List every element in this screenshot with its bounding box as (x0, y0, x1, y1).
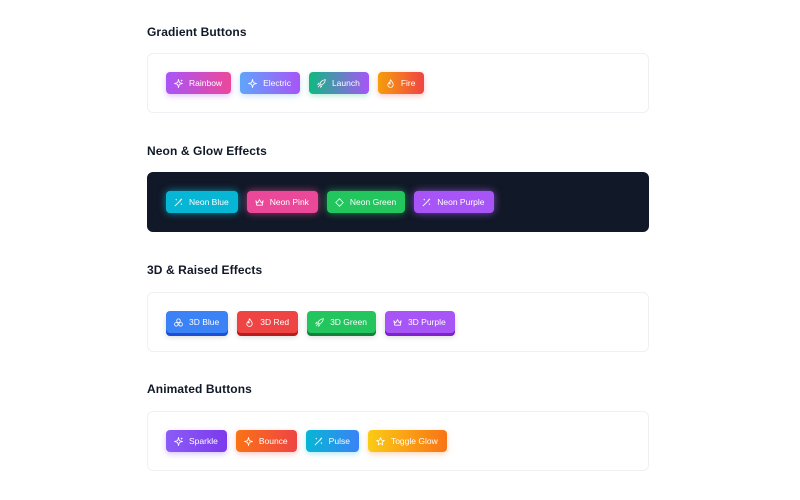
button-label: Neon Pink (269, 197, 309, 207)
neon-green-button[interactable]: Neon Green (326, 191, 406, 213)
electric-button[interactable]: Electric (240, 72, 300, 94)
fire-button[interactable]: Fire (377, 72, 425, 94)
diamond-icon (335, 197, 344, 207)
zap-icon (243, 436, 253, 446)
raised-buttons-card: 3D Blue 3D Red 3D Green 3D Purple (147, 292, 649, 352)
section-title-animated: Animated Buttons (147, 382, 252, 396)
neon-buttons-card: Neon Blue Neon Pink Neon Green Neon Purp… (147, 172, 649, 232)
animated-buttons-card: Sparkle Bounce Pulse Toggle Glow (147, 411, 649, 471)
zap-icon (248, 78, 258, 88)
sparkles-icon (174, 436, 183, 446)
button-label: Sparkle (189, 436, 218, 446)
button-label: 3D Blue (189, 317, 220, 327)
flame-icon (387, 78, 394, 88)
3d-blue-button[interactable]: 3D Blue (166, 311, 229, 333)
sparkles-icon (174, 78, 183, 88)
3d-purple-button[interactable]: 3D Purple (384, 311, 455, 333)
rocket-icon (316, 78, 326, 88)
wand-icon (314, 436, 322, 445)
flame-icon (246, 317, 253, 327)
section-title-gradient: Gradient Buttons (147, 25, 247, 39)
button-label: Rainbow (189, 78, 223, 88)
neon-pink-button[interactable]: Neon Pink (246, 191, 318, 213)
crown-icon (393, 318, 402, 326)
neon-purple-button[interactable]: Neon Purple (414, 191, 494, 213)
3d-red-button[interactable]: 3D Red (237, 311, 299, 333)
button-label: Neon Blue (189, 197, 229, 207)
gradient-buttons-card: Rainbow Electric Launch Fire (147, 53, 649, 113)
3d-green-button[interactable]: 3D Green (307, 311, 376, 333)
star-icon (376, 436, 385, 445)
button-label: Pulse (328, 436, 350, 446)
button-label: 3D Green (330, 317, 367, 327)
button-label: Electric (263, 78, 291, 88)
neon-blue-button[interactable]: Neon Blue (166, 191, 238, 213)
button-label: Launch (331, 78, 360, 88)
button-label: Bounce (258, 436, 288, 446)
launch-button[interactable]: Launch (308, 72, 369, 94)
button-label: Toggle Glow (390, 436, 438, 446)
section-title-3d: 3D & Raised Effects (147, 263, 263, 277)
button-label: 3D Red (260, 317, 290, 327)
bounce-button[interactable]: Bounce (235, 430, 297, 452)
section-title-neon: Neon & Glow Effects (147, 144, 267, 158)
crown-icon (255, 198, 264, 206)
sparkle-button[interactable]: Sparkle (166, 430, 227, 452)
shapes-icon (174, 317, 183, 327)
button-label: Neon Purple (437, 197, 485, 207)
button-label: Neon Green (349, 197, 397, 207)
wand-icon (422, 197, 431, 206)
button-label: 3D Purple (407, 317, 446, 327)
button-label: Fire (400, 78, 416, 88)
toggle-glow-button[interactable]: Toggle Glow (367, 430, 447, 452)
pulse-button[interactable]: Pulse (305, 430, 359, 452)
rainbow-button[interactable]: Rainbow (166, 72, 232, 94)
wand-icon (174, 197, 183, 206)
rocket-icon (315, 317, 324, 327)
